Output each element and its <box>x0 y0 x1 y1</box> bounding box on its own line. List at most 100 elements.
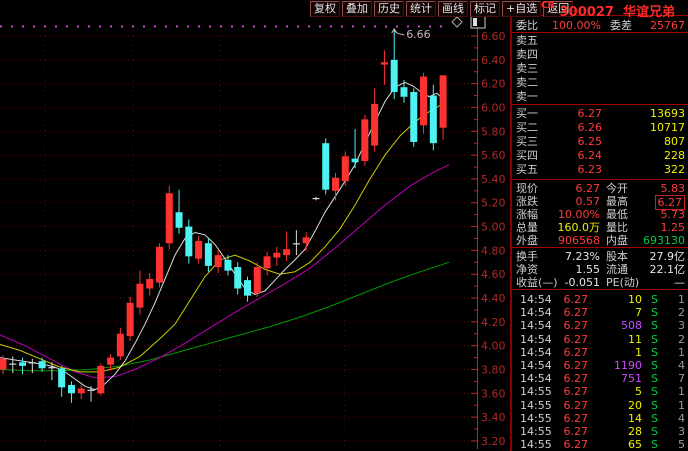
candle-body <box>78 389 85 394</box>
sell-level-row[interactable]: 卖四 <box>512 48 688 61</box>
candle-body <box>440 75 447 127</box>
trade-row[interactable]: 14:556.2765S5 <box>512 438 688 451</box>
trade-volume: 508 <box>621 319 642 332</box>
sell-level-label: 卖五 <box>516 34 538 47</box>
trade-price: 6.27 <box>564 306 589 319</box>
info-row: 总量160.0万量比1.25 <box>512 221 688 234</box>
trade-side: S <box>651 425 658 438</box>
candle-body <box>39 361 46 368</box>
trade-count: 4 <box>678 359 685 372</box>
stock-code: 300027 <box>560 5 614 20</box>
axis-label: 5.40 <box>481 173 506 186</box>
axis-label: 5.80 <box>481 125 506 138</box>
candle-body <box>400 87 407 97</box>
trade-count: 2 <box>678 306 685 319</box>
trade-volume: 5 <box>635 385 642 398</box>
candle-body <box>127 303 134 336</box>
trade-price: 6.27 <box>564 359 589 372</box>
info-label: 总量 <box>516 221 538 234</box>
toolbar-button-+自选[interactable]: +自选 <box>502 1 541 17</box>
trade-time: 14:54 <box>520 372 552 385</box>
trade-time: 14:54 <box>520 346 552 359</box>
candle-body <box>205 243 212 266</box>
candle-body <box>68 385 75 393</box>
trade-row[interactable]: 14:546.271190S4 <box>512 359 688 372</box>
info-value: 7.23% <box>565 250 600 263</box>
axis-label: 4.20 <box>481 316 506 329</box>
trade-row[interactable]: 14:546.2710S1 <box>512 293 688 306</box>
trade-price: 6.27 <box>564 412 589 425</box>
info-row: 现价6.27今开5.83 <box>512 182 688 195</box>
candle-body <box>264 256 271 268</box>
buy-level-volume: 13693 <box>650 107 685 120</box>
trade-time: 14:54 <box>520 359 552 372</box>
trade-row[interactable]: 14:556.2714S4 <box>512 412 688 425</box>
candle-body <box>107 358 114 365</box>
trade-side: S <box>651 333 658 346</box>
candle-body <box>332 178 339 191</box>
toolbar-button-统计[interactable]: 统计 <box>406 1 436 17</box>
trade-row[interactable]: 14:546.27751S7 <box>512 372 688 385</box>
info-value: 906568 <box>558 234 600 247</box>
candle-body <box>48 367 55 368</box>
axis-label: 6.00 <box>481 101 506 114</box>
trade-time: 14:54 <box>520 319 552 332</box>
candle-body <box>273 253 280 258</box>
sell-level-row[interactable]: 卖三 <box>512 62 688 75</box>
axis-label: 5.00 <box>481 221 506 234</box>
toolbar-button-叠加[interactable]: 叠加 <box>342 1 372 17</box>
trade-row[interactable]: 14:546.2711S2 <box>512 333 688 346</box>
trade-row[interactable]: 14:556.275S1 <box>512 385 688 398</box>
candle-body <box>352 159 359 163</box>
info-value: 160.0万 <box>558 221 601 234</box>
buy-level-label: 买四 <box>516 149 538 162</box>
trade-row[interactable]: 14:556.2720S1 <box>512 399 688 412</box>
candle-body <box>136 284 143 308</box>
toolbar: 复权叠加历史统计画线标记+自选返回 <box>310 1 573 16</box>
candle-body <box>420 76 427 125</box>
candle-body <box>19 362 26 366</box>
trade-time: 14:55 <box>520 412 552 425</box>
trade-row[interactable]: 14:546.271S1 <box>512 346 688 359</box>
info-label: 涨幅 <box>516 208 538 221</box>
toolbar-button-标记[interactable]: 标记 <box>470 1 500 17</box>
trade-volume: 65 <box>628 438 642 451</box>
buy-level-row[interactable]: 买三6.25807 <box>512 135 688 148</box>
sell-level-row[interactable]: 卖一 <box>512 90 688 103</box>
kline-chart[interactable]: 6.606.406.206.005.805.605.405.205.004.80… <box>0 0 510 451</box>
weicha-label: 委差 <box>610 19 632 32</box>
trade-price: 6.27 <box>564 438 589 451</box>
buy-level-price: 6.26 <box>578 121 603 134</box>
trade-row[interactable]: 14:546.277S2 <box>512 306 688 319</box>
candle-body <box>361 119 368 161</box>
sell-level-label: 卖四 <box>516 48 538 61</box>
sell-level-row[interactable]: 卖五 <box>512 34 688 47</box>
trade-row[interactable]: 14:556.2728S3 <box>512 425 688 438</box>
market-flag: CR <box>541 1 555 11</box>
candle-body <box>234 267 241 288</box>
buy-level-label: 买三 <box>516 135 538 148</box>
panel-divider <box>512 32 688 33</box>
weibi-label: 委比 <box>516 19 538 32</box>
trade-row[interactable]: 14:546.27508S3 <box>512 319 688 332</box>
diamond-icon[interactable] <box>452 17 462 27</box>
candle-body <box>166 193 173 243</box>
toolbar-button-画线[interactable]: 画线 <box>438 1 468 17</box>
trade-time: 14:55 <box>520 385 552 398</box>
buy-level-row[interactable]: 买二6.2610717 <box>512 121 688 134</box>
trade-time: 14:54 <box>520 333 552 346</box>
sell-level-row[interactable]: 卖二 <box>512 76 688 89</box>
candle-body <box>371 104 378 146</box>
info-label: 今开 <box>606 182 628 195</box>
buy-level-row[interactable]: 买四6.24228 <box>512 149 688 162</box>
toolbar-button-复权[interactable]: 复权 <box>310 1 340 17</box>
buy-level-row[interactable]: 买一6.2713693 <box>512 107 688 120</box>
trade-side: S <box>651 359 658 372</box>
info-row: 涨幅10.00%最低5.73 <box>512 208 688 221</box>
trade-side: S <box>651 372 658 385</box>
trade-price: 6.27 <box>564 399 589 412</box>
candle-body <box>410 92 417 142</box>
candle-body <box>29 362 36 363</box>
buy-level-row[interactable]: 买五6.23322 <box>512 163 688 176</box>
toolbar-button-历史[interactable]: 历史 <box>374 1 404 17</box>
